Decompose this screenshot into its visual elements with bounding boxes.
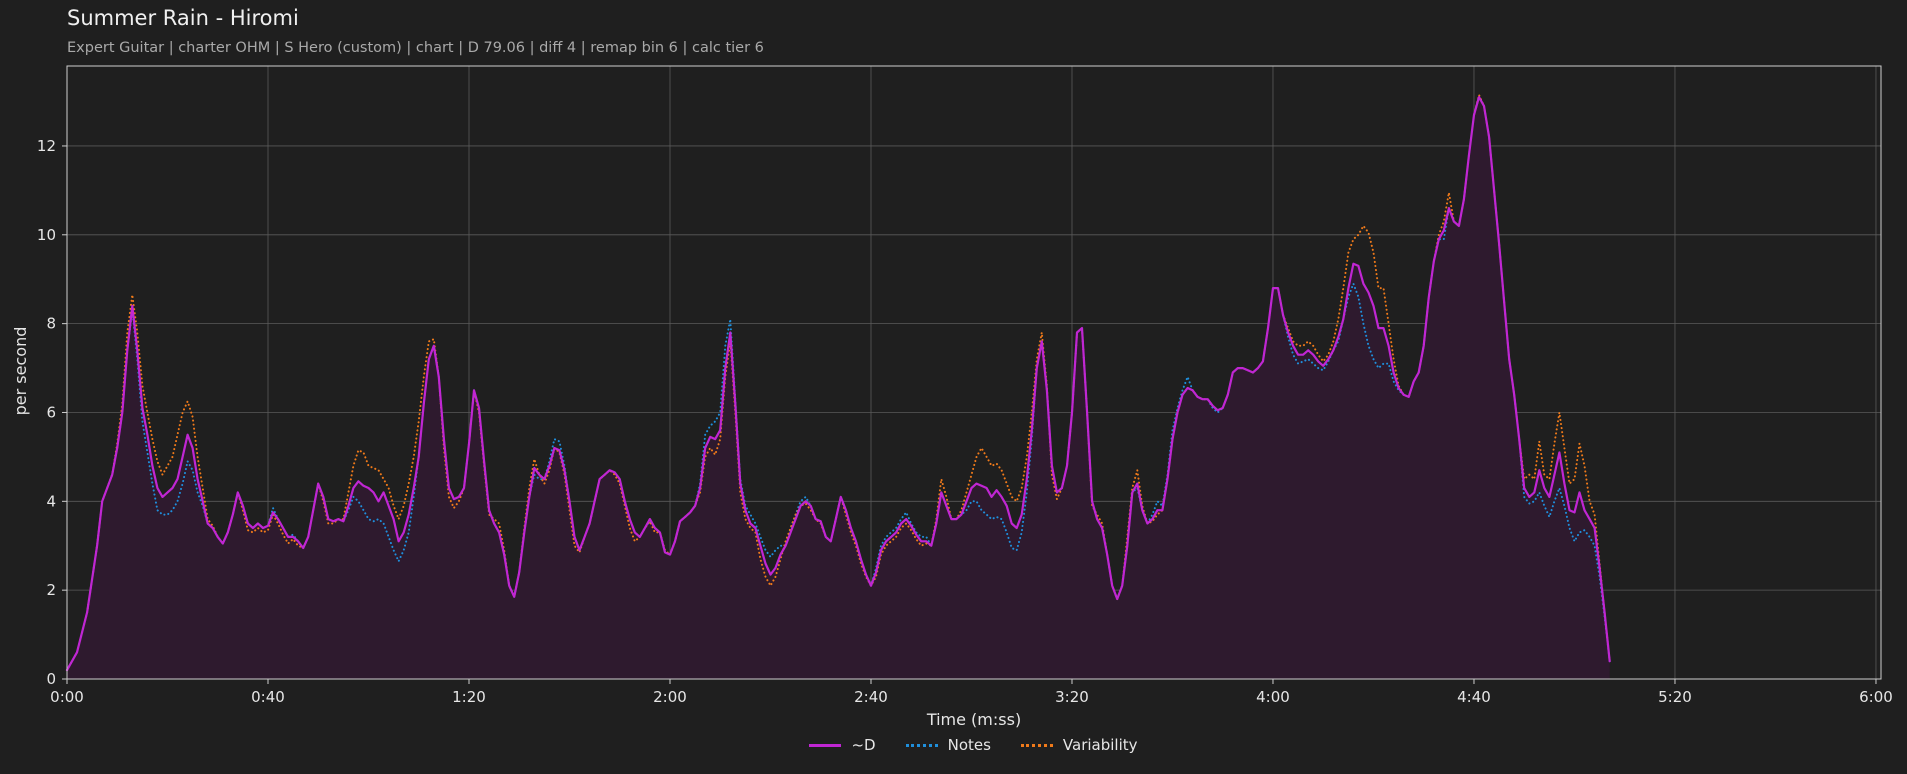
x-tick-label: 4:00 [1256, 688, 1290, 706]
area-fill [67, 97, 1610, 680]
x-tick-label: 5:20 [1658, 688, 1692, 706]
y-tick-label: 6 [46, 403, 56, 421]
plot-area [65, 93, 1611, 680]
legend-label: Variability [1062, 736, 1138, 754]
legend-label: ~D [851, 736, 876, 754]
legend: ~D Notes Variability [0, 736, 1907, 754]
legend-item: ~D [809, 736, 876, 754]
y-tick-label: 2 [46, 581, 56, 599]
chart: 0:00 0:40 1:20 2:00 2:40 3:20 4:00 4:40 5:20 6:00… [11, 65, 1893, 729]
y-tick-label: 12 [37, 137, 56, 155]
legend-item: Variability [1020, 736, 1138, 754]
legend-label: Notes [947, 736, 991, 754]
y-tick-label: 10 [37, 226, 56, 244]
legend-item: Notes [905, 736, 991, 754]
legend-swatch [809, 743, 842, 747]
legend-swatch [1020, 743, 1053, 747]
x-tick-label: 0:40 [251, 688, 285, 706]
x-tick-label: 2:40 [854, 688, 888, 706]
x-tick-label: 2:00 [653, 688, 687, 706]
y-tick-label: 8 [46, 315, 56, 333]
y-axis-label: per second [11, 327, 30, 416]
x-tick-label: 3:20 [1055, 688, 1089, 706]
x-tick-label: 6:00 [1859, 688, 1893, 706]
x-tick-label: 4:40 [1457, 688, 1491, 706]
x-tick-label: 1:20 [452, 688, 486, 706]
x-axis-label: Time (m:ss) [926, 710, 1021, 729]
x-tick-label: 0:00 [50, 688, 84, 706]
legend-swatch [905, 743, 938, 747]
y-tick-label: 4 [46, 492, 56, 510]
y-tick-label: 0 [46, 670, 56, 688]
